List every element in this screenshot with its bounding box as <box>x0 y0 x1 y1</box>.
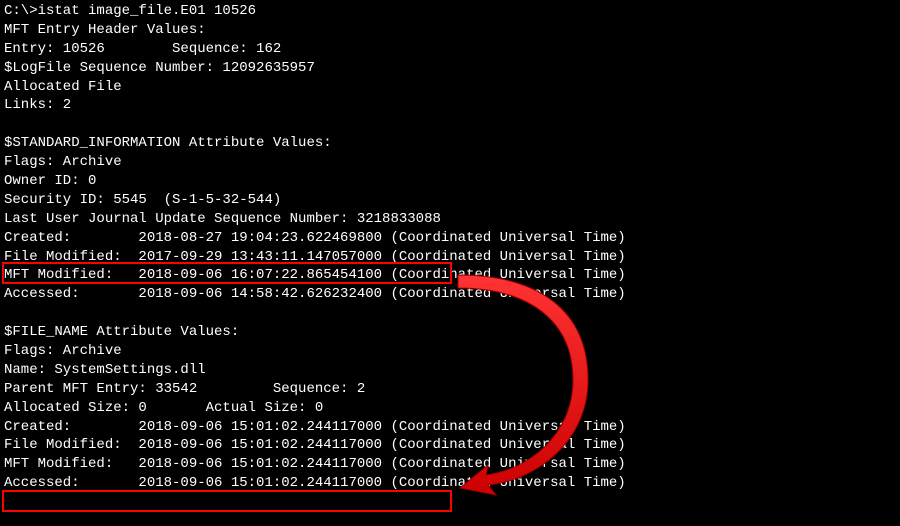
std-info-mft-modified: MFT Modified: 2018-09-06 16:07:22.865454… <box>4 266 896 285</box>
blank-line <box>4 304 896 323</box>
blank-line <box>4 115 896 134</box>
file-name-mft-modified: MFT Modified: 2018-09-06 15:01:02.244117… <box>4 455 896 474</box>
file-name-title: $FILE_NAME Attribute Values: <box>4 323 896 342</box>
std-info-flags: Flags: Archive <box>4 153 896 172</box>
std-info-title: $STANDARD_INFORMATION Attribute Values: <box>4 134 896 153</box>
file-name-accessed: Accessed: 2018-09-06 15:01:02.244117000 … <box>4 474 896 493</box>
file-name-created: Created: 2018-09-06 15:01:02.244117000 (… <box>4 418 896 437</box>
logfile-sequence: $LogFile Sequence Number: 12092635957 <box>4 59 896 78</box>
std-info-journal: Last User Journal Update Sequence Number… <box>4 210 896 229</box>
file-name-file-modified: File Modified: 2018-09-06 15:01:02.24411… <box>4 436 896 455</box>
file-name-flags: Flags: Archive <box>4 342 896 361</box>
std-info-security: Security ID: 5545 (S-1-5-32-544) <box>4 191 896 210</box>
std-info-accessed: Accessed: 2018-09-06 14:58:42.626232400 … <box>4 285 896 304</box>
file-name-sizes: Allocated Size: 0 Actual Size: 0 <box>4 399 896 418</box>
entry-sequence: Entry: 10526 Sequence: 162 <box>4 40 896 59</box>
std-info-file-modified: File Modified: 2017-09-29 13:43:11.14705… <box>4 248 896 267</box>
std-info-created: Created: 2018-08-27 19:04:23.622469800 (… <box>4 229 896 248</box>
mft-header-title: MFT Entry Header Values: <box>4 21 896 40</box>
file-name-parent: Parent MFT Entry: 33542 Sequence: 2 <box>4 380 896 399</box>
file-name-name: Name: SystemSettings.dll <box>4 361 896 380</box>
links-count: Links: 2 <box>4 96 896 115</box>
std-info-owner: Owner ID: 0 <box>4 172 896 191</box>
command-prompt: C:\>istat image_file.E01 10526 <box>4 2 896 21</box>
allocated-file: Allocated File <box>4 78 896 97</box>
highlight-box-filename-created <box>2 490 452 512</box>
